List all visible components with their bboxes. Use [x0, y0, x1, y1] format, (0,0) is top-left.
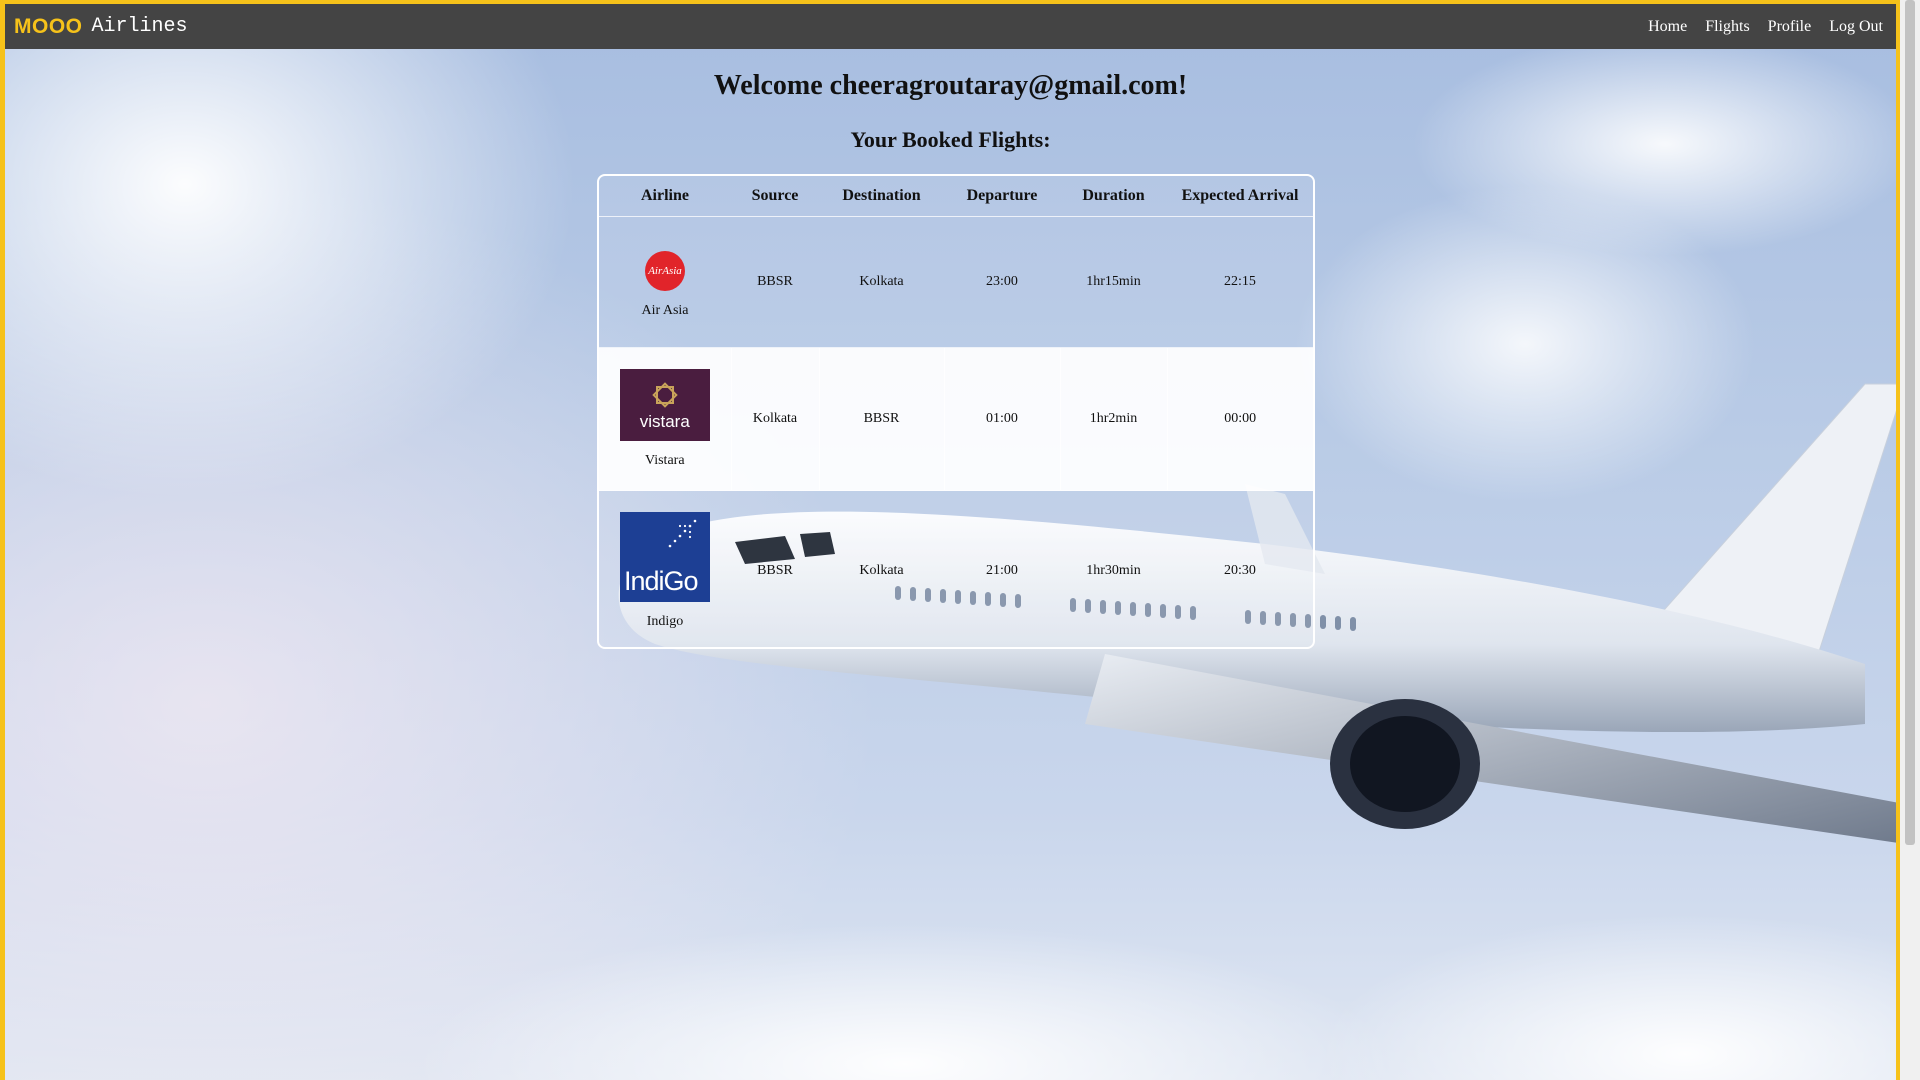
departure-cell: 21:00	[986, 563, 1018, 578]
booked-flights-table: Airline Source Destination Departure Dur…	[599, 176, 1313, 648]
nav-links: Home Flights Profile Log Out	[1639, 18, 1892, 36]
airline-name: Air Asia	[641, 303, 689, 318]
nav-link-profile[interactable]: Profile	[1759, 18, 1821, 36]
destination-cell: Kolkata	[859, 563, 904, 578]
column-header-source: Source	[731, 176, 819, 217]
brand-logo[interactable]: MOOO Airlines	[14, 15, 188, 39]
nav-link-flights[interactable]: Flights	[1696, 18, 1758, 36]
column-header-destination: Destination	[819, 176, 944, 217]
airasia-logo: AirAsia	[645, 251, 685, 291]
vistara-emblem-icon	[652, 382, 678, 408]
welcome-heading: Welcome cheeragroutaray@gmail.com!	[713, 70, 1188, 101]
table-header-row: Airline Source Destination Departure Dur…	[599, 176, 1313, 217]
airline-name: Vistara	[644, 453, 685, 468]
departure-cell: 01:00	[943, 347, 1060, 491]
column-header-departure: Departure	[944, 176, 1060, 217]
airline-cell: AirAsia Air Asia	[599, 216, 731, 348]
top-navbar: MOOO Airlines Home Flights Profile Log O…	[5, 4, 1896, 49]
duration-cell: 1hr15min	[1060, 216, 1167, 348]
table-row: vistara Vistara Kolkata BBSR 01:00 1hr2m…	[599, 347, 1313, 491]
brand-name-strong: MOOO	[14, 14, 83, 38]
column-header-duration: Duration	[1060, 176, 1167, 217]
duration-cell: 1hr30min	[1086, 563, 1141, 578]
vertical-scrollbar[interactable]	[1900, 0, 1920, 1080]
column-header-airline: Airline	[599, 176, 731, 217]
departure-cell: 23:00	[944, 216, 1060, 348]
airline-cell: vistara Vistara	[599, 347, 731, 491]
indigo-plane-icon	[668, 519, 697, 548]
airline-name: Indigo	[646, 614, 684, 629]
destination-cell: BBSR	[818, 347, 944, 491]
airline-cell: IndiGo Indigo	[599, 491, 731, 648]
nav-link-home[interactable]: Home	[1639, 18, 1696, 36]
scrollbar-thumb[interactable]	[1905, 0, 1915, 845]
indigo-logo: IndiGo	[620, 512, 710, 602]
main-content: Welcome cheeragroutaray@gmail.com! Your …	[5, 49, 1896, 1080]
page-frame: MOOO Airlines Home Flights Profile Log O…	[0, 0, 1900, 1080]
vistara-logo: vistara	[619, 369, 710, 441]
booked-flights-table-card: Airline Source Destination Departure Dur…	[597, 174, 1315, 649]
source-cell: Kolkata	[730, 347, 819, 491]
arrival-cell: 22:15	[1167, 216, 1313, 348]
arrival-cell: 20:30	[1224, 563, 1256, 578]
table-row: IndiGo Indigo BBSR Kolkata 21:00 1hr30mi…	[599, 491, 1313, 648]
nav-link-logout[interactable]: Log Out	[1820, 18, 1892, 36]
column-header-expected-arrival: Expected Arrival	[1167, 176, 1313, 217]
duration-cell: 1hr2min	[1059, 347, 1167, 491]
brand-name-light: Airlines	[91, 15, 188, 38]
table-row: AirAsia Air Asia BBSR Kolkata 23:00 1hr1…	[599, 216, 1313, 348]
source-cell: BBSR	[757, 563, 793, 578]
destination-cell: Kolkata	[819, 216, 944, 348]
arrival-cell: 00:00	[1166, 347, 1313, 491]
booked-flights-heading: Your Booked Flights:	[850, 127, 1051, 152]
source-cell: BBSR	[731, 216, 819, 348]
